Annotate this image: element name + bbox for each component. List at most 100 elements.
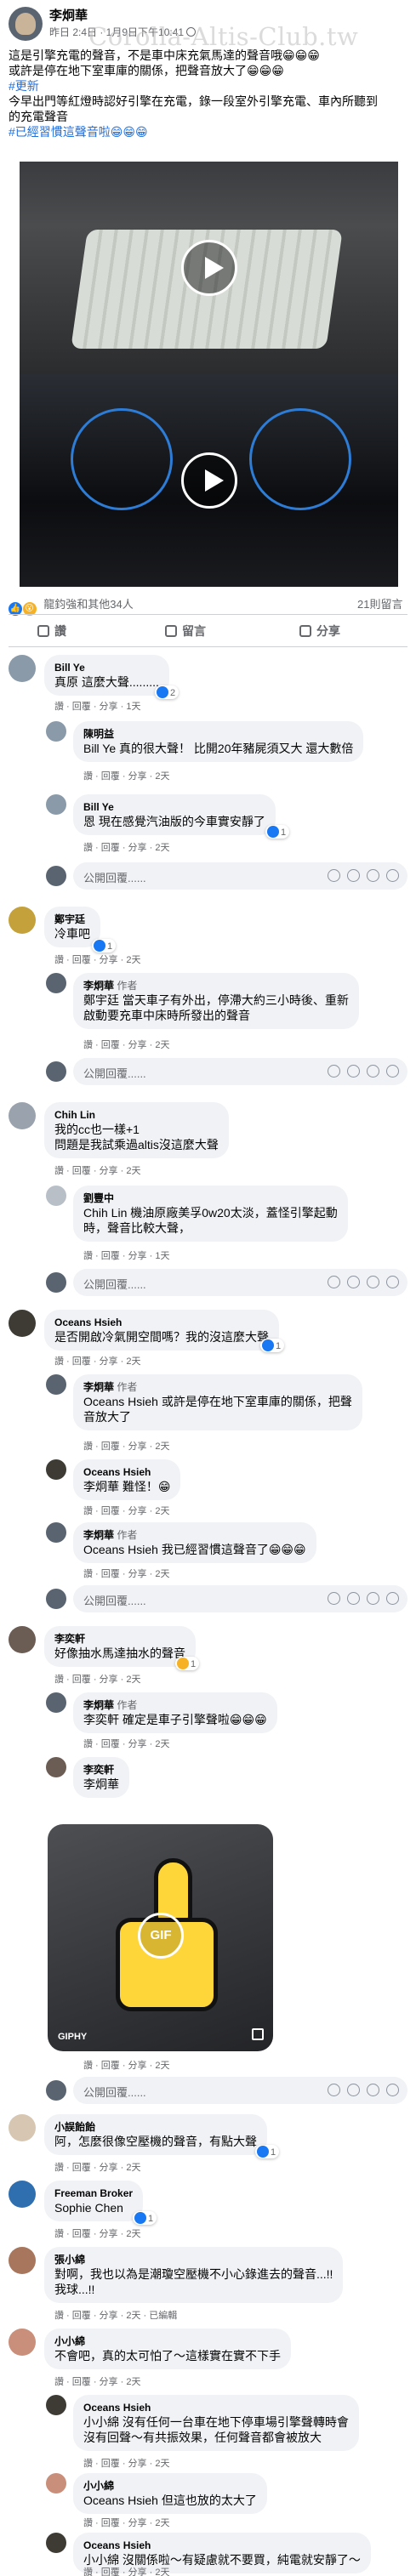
camera-icon[interactable]	[347, 869, 360, 882]
avatar[interactable]	[46, 2395, 66, 2415]
expand-icon[interactable]	[252, 2028, 264, 2040]
avatar[interactable]	[46, 2473, 66, 2494]
comment-author[interactable]: Bill Ye	[83, 800, 265, 814]
author-avatar[interactable]	[9, 7, 43, 41]
play-icon[interactable]	[180, 452, 237, 509]
reaction-count-badge[interactable]: 1	[255, 2145, 280, 2158]
play-icon[interactable]	[180, 240, 237, 296]
avatar[interactable]	[9, 655, 36, 682]
avatar[interactable]	[46, 2533, 66, 2553]
avatar[interactable]	[9, 907, 36, 934]
share-button[interactable]: 分享	[299, 623, 340, 640]
avatar[interactable]	[9, 1102, 36, 1129]
comment-actions[interactable]: 讚 · 回覆 · 分享 · 2天	[54, 952, 140, 966]
comment-actions[interactable]: 讚 · 回覆 · 分享 · 2天	[83, 840, 169, 854]
comment-button[interactable]: 留言	[165, 623, 206, 640]
comment-author[interactable]: Bill Ye	[54, 661, 159, 674]
gif-icon[interactable]	[367, 1065, 379, 1078]
camera-icon[interactable]	[347, 1276, 360, 1288]
avatar[interactable]	[9, 1310, 36, 1337]
camera-icon[interactable]	[347, 1592, 360, 1605]
comment-actions[interactable]: 讚 · 回覆 · 分享 · 2天	[83, 1504, 169, 1517]
comment-actions[interactable]: 讚 · 回覆 · 分享 · 2天	[83, 1439, 169, 1453]
emoji-icon[interactable]	[328, 2084, 340, 2096]
comment-actions[interactable]: 讚 · 回覆 · 分享 · 2天	[83, 2565, 169, 2576]
gif-play-icon[interactable]: GIF	[138, 1913, 184, 1959]
comment-actions[interactable]: 讚 · 回覆 · 分享 · 1天	[83, 1248, 169, 1262]
comment-author[interactable]: 李炯華 作者	[83, 1380, 352, 1394]
comment-author[interactable]: Oceans Hsieh	[83, 2539, 361, 2552]
comment-text[interactable]: Sophie Chen	[54, 2200, 133, 2215]
camera-icon[interactable]	[347, 2084, 360, 2096]
avatar[interactable]	[46, 973, 66, 993]
comment-author[interactable]: Chih Lin	[54, 1108, 219, 1122]
comment-author[interactable]: 李奕軒	[83, 1763, 119, 1777]
gif-icon[interactable]	[367, 2084, 379, 2096]
reaction-count-badge[interactable]: 1	[265, 825, 290, 839]
comment-author[interactable]: Freeman Broker	[54, 2186, 133, 2200]
comment-actions[interactable]: 讚 · 回覆 · 分享 · 2天	[83, 1038, 169, 1051]
reply-input[interactable]: 公開回覆......	[73, 1058, 407, 1085]
reply-input[interactable]: 公開回覆......	[73, 2077, 407, 2104]
comment-actions[interactable]: 讚 · 回覆 · 分享 · 2天	[54, 1163, 140, 1177]
avatar[interactable]	[46, 1692, 66, 1713]
like-button[interactable]: 讚	[37, 623, 66, 640]
sticker-icon[interactable]	[386, 1065, 399, 1078]
reply-input[interactable]: 公開回覆......	[73, 1585, 407, 1612]
comment-author[interactable]: 小誤飴飴	[54, 2120, 257, 2134]
avatar[interactable]	[46, 1459, 66, 1480]
avatar[interactable]	[9, 2329, 36, 2356]
sticker-icon[interactable]	[386, 869, 399, 882]
comment-author[interactable]: Oceans Hsieh	[54, 1316, 269, 1329]
avatar[interactable]	[46, 794, 66, 815]
comment-actions[interactable]: 讚 · 回覆 · 分享 · 2天	[83, 2516, 169, 2529]
hashtag-link[interactable]: #已經習慣這聲音啦😁😁😁	[9, 124, 408, 139]
comment-actions[interactable]: 讚 · 回覆 · 分享 · 2天	[54, 2226, 140, 2240]
comments-count[interactable]: 21則留言	[357, 595, 402, 611]
comment-author[interactable]: 劉豐中	[83, 1191, 338, 1205]
avatar[interactable]	[9, 1626, 36, 1653]
comment-actions[interactable]: 讚 · 回覆 · 分享 · 2天	[54, 1354, 140, 1368]
comment-author[interactable]: 小小綿	[83, 2479, 257, 2493]
reply-input[interactable]: 公開回覆......	[73, 862, 407, 890]
sticker-icon[interactable]	[386, 1276, 399, 1288]
avatar[interactable]	[46, 1186, 66, 1206]
comment-actions[interactable]: 讚 · 回覆 · 分享 · 2天	[83, 769, 169, 782]
comment-actions[interactable]: 讚 · 回覆 · 分享 · 1天	[54, 699, 140, 713]
comment-author[interactable]: 李奕軒	[54, 1632, 185, 1646]
avatar[interactable]	[46, 1757, 66, 1777]
comment-actions[interactable]: 讚 · 回覆 · 分享 · 2天	[83, 2058, 169, 2072]
emoji-icon[interactable]	[328, 1592, 340, 1605]
comment-author[interactable]: 李炯華 作者	[83, 979, 349, 992]
comment-author[interactable]: 鄭宇廷	[54, 913, 90, 926]
comment-author[interactable]: Oceans Hsieh	[83, 1465, 170, 1479]
reaction-count-badge[interactable]: 1	[260, 1339, 285, 1352]
emoji-icon[interactable]	[328, 1065, 340, 1078]
gif-icon[interactable]	[367, 869, 379, 882]
comment-actions[interactable]: 讚 · 回覆 · 分享 · 2天	[83, 2456, 169, 2470]
gif-icon[interactable]	[367, 1276, 379, 1288]
emoji-icon[interactable]	[328, 1276, 340, 1288]
comment-author[interactable]: 小小綿	[54, 2334, 281, 2348]
avatar[interactable]	[9, 2114, 36, 2141]
author-name[interactable]: 李炯華	[49, 6, 88, 24]
comment-actions[interactable]: 讚 · 回覆 · 分享 · 2天	[83, 1567, 169, 1580]
comment-actions[interactable]: 讚 · 回覆 · 分享 · 2天 · 已編輯	[54, 2308, 177, 2322]
comment-author[interactable]: 張小綿	[54, 2253, 333, 2266]
avatar[interactable]	[9, 2181, 36, 2208]
reaction-count-badge[interactable]: 1	[175, 1657, 200, 1670]
comment-author[interactable]: 李炯華 作者	[83, 1698, 267, 1712]
sticker-icon[interactable]	[386, 1592, 399, 1605]
sticker-icon[interactable]	[386, 2084, 399, 2096]
video-player-2[interactable]	[20, 374, 398, 587]
hashtag-link[interactable]: #更新	[9, 78, 408, 94]
reaction-summary[interactable]: 👍 😮 龍鈞強和其他34人	[9, 595, 134, 616]
comment-actions[interactable]: 讚 · 回覆 · 分享 · 2天	[54, 2160, 140, 2174]
reaction-count-badge[interactable]: 2	[155, 685, 180, 699]
comment-actions[interactable]: 讚 · 回覆 · 分享 · 2天	[54, 1672, 140, 1686]
comment-author[interactable]: Oceans Hsieh	[83, 2401, 349, 2414]
avatar[interactable]	[46, 721, 66, 742]
comment-author[interactable]: 陳明益	[83, 727, 353, 741]
comment-author[interactable]: 李炯華 作者	[83, 1528, 306, 1542]
reaction-count-badge[interactable]: 1	[92, 939, 117, 952]
